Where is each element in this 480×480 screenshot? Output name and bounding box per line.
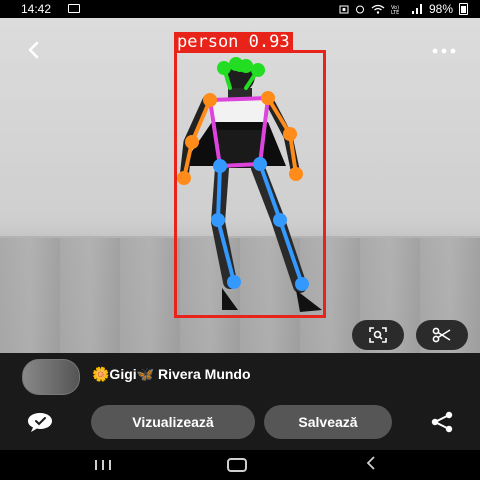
wifi-icon [371, 4, 385, 14]
volte-icon: Vo)LTE [391, 5, 399, 14]
alarm-icon [355, 5, 364, 14]
detection-label: person 0.93 [174, 32, 293, 52]
more-horizontal-icon [432, 48, 456, 54]
status-time: 14:42 [21, 2, 52, 16]
photo-icon [339, 5, 349, 14]
scissors-icon [432, 327, 451, 343]
photo-viewer[interactable]: person 0.93 [0, 18, 480, 353]
visual-search-button[interactable] [352, 320, 404, 350]
share-button[interactable] [430, 411, 454, 433]
system-back-button[interactable] [365, 455, 381, 475]
gallery-icon [68, 4, 80, 13]
more-options-button[interactable] [430, 40, 458, 64]
share-icon [431, 411, 453, 433]
comment-button[interactable] [26, 411, 54, 433]
recents-icon [102, 460, 104, 470]
svg-text:LTE: LTE [391, 10, 399, 14]
chevron-left-icon [28, 41, 39, 59]
recents-icon [109, 460, 111, 470]
signal-icon [411, 4, 422, 14]
battery-percent: 98% [428, 2, 453, 16]
status-right-group: Vo) LTE 98% [339, 2, 468, 16]
recents-button[interactable] [92, 455, 114, 475]
back-icon [366, 456, 375, 470]
bottom-panel: 🌼Gigi🦋 Rivera Mundo Vizualizează Salveaz… [0, 353, 480, 450]
comment-icon [28, 413, 52, 432]
home-icon [227, 458, 247, 472]
recents-icon [95, 460, 97, 470]
back-button[interactable] [24, 40, 48, 64]
view-button[interactable]: Vizualizează [91, 405, 255, 439]
navigation-bar [0, 450, 480, 480]
author-name[interactable]: 🌼Gigi🦋 Rivera Mundo [92, 366, 251, 383]
avatar[interactable] [22, 359, 80, 395]
visual-search-icon [369, 327, 387, 343]
battery-icon [459, 3, 468, 15]
home-button[interactable] [227, 455, 247, 475]
detection-box [174, 50, 326, 318]
status-bar: 14:42 Vo) LTE 98% [0, 0, 480, 18]
save-button[interactable]: Salvează [264, 405, 392, 439]
cut-out-button[interactable] [416, 320, 468, 350]
